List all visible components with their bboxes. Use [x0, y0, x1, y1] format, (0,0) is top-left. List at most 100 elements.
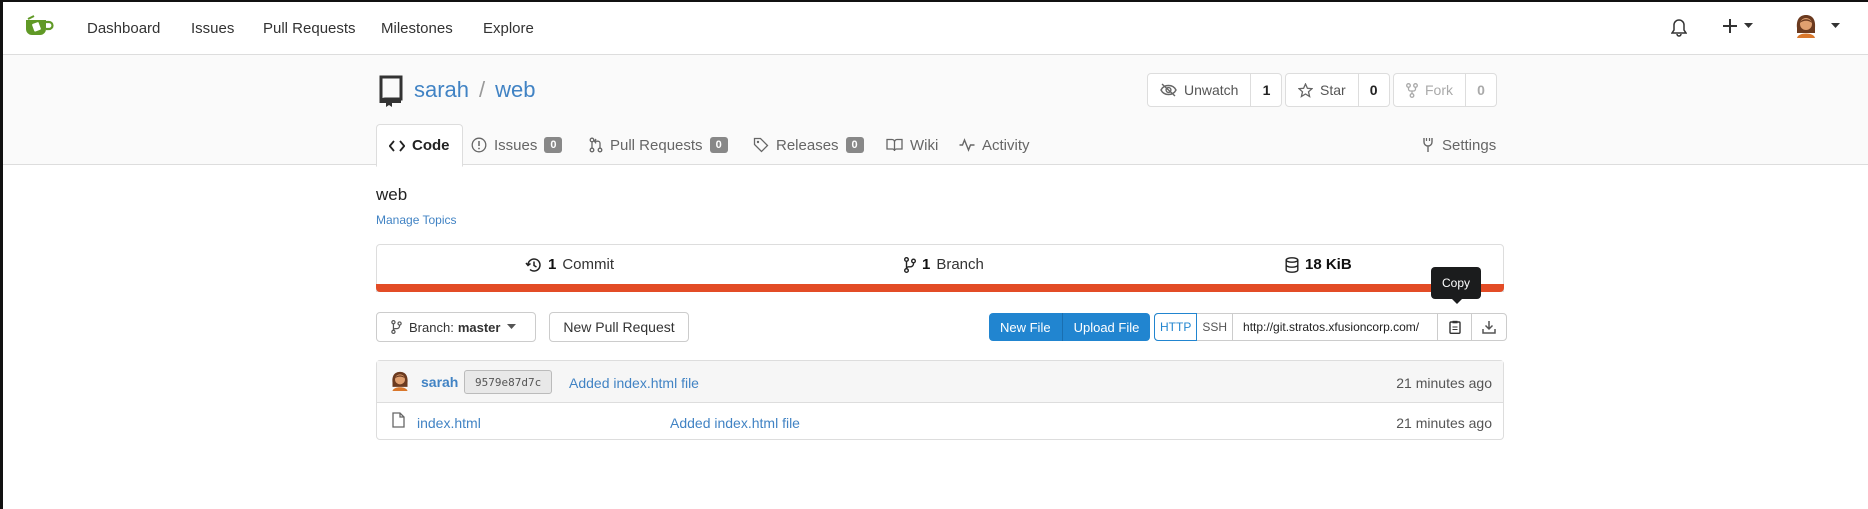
commits-count: 1 [548, 256, 557, 273]
tab-label: Settings [1442, 136, 1497, 154]
forks-count[interactable]: 0 [1466, 74, 1496, 106]
branch-prefix: Branch: [409, 319, 454, 335]
create-menu[interactable] [1722, 18, 1753, 34]
bell-icon[interactable] [1671, 19, 1687, 37]
clone-panel: HTTP SSH http://git.stratos.xfusioncorp.… [1154, 313, 1508, 341]
repo-size: 18 KiB [1305, 256, 1352, 273]
watch-button-group: Unwatch 1 [1147, 73, 1283, 107]
branch-name: master [457, 319, 501, 335]
tab-label: Code [412, 137, 450, 154]
history-icon [525, 257, 541, 272]
tab-settings[interactable]: Settings [1421, 124, 1496, 166]
size-stat: 18 KiB [1285, 256, 1352, 273]
fork-icon [1406, 82, 1418, 98]
nav-dashboard[interactable]: Dashboard [87, 20, 160, 37]
commit-time: 21 minutes ago [1396, 375, 1492, 391]
tab-code[interactable]: Code [376, 124, 463, 167]
commits-stat[interactable]: 1 Commit [525, 256, 614, 273]
avatar[interactable] [390, 371, 410, 391]
star-icon [1298, 82, 1313, 98]
file-actions: New File Upload File [989, 313, 1151, 341]
tab-label: Wiki [910, 136, 939, 154]
commit-author-link[interactable]: sarah [421, 374, 458, 390]
nav-explore[interactable]: Explore [483, 20, 534, 37]
repo-book-icon [379, 75, 403, 107]
latest-commit-row: sarah 9579e87d7c Added index.html file 2… [377, 361, 1503, 403]
plus-icon [1723, 19, 1737, 33]
copy-url-button[interactable] [1438, 314, 1473, 340]
upload-file-button[interactable]: Upload File [1063, 320, 1151, 335]
pull-request-icon [589, 137, 603, 153]
commits-label: Commit [562, 256, 615, 273]
watchers-count[interactable]: 1 [1251, 74, 1281, 106]
repo-header: sarah / web Unwatch 1 Star 0 Fork 0 Code… [3, 55, 1868, 167]
unwatch-button[interactable]: Unwatch [1148, 74, 1252, 106]
nav-milestones[interactable]: Milestones [381, 20, 453, 37]
unwatch-label: Unwatch [1184, 82, 1239, 98]
book-icon [886, 138, 903, 152]
branch-icon [904, 256, 916, 273]
tag-icon [753, 137, 769, 153]
download-icon [1482, 321, 1496, 334]
code-icon [389, 139, 405, 152]
fork-label: Fork [1425, 82, 1453, 98]
file-commit-message-link[interactable]: Added index.html file [670, 415, 800, 431]
star-label: Star [1320, 82, 1346, 98]
new-file-button[interactable]: New File [989, 320, 1062, 335]
new-pull-request-button[interactable]: New Pull Request [549, 312, 689, 342]
gitea-logo-icon[interactable] [24, 15, 54, 39]
database-icon [1285, 256, 1299, 273]
repo-name-link[interactable]: web [495, 77, 535, 102]
caret-down-icon [507, 324, 517, 329]
language-bar[interactable] [376, 284, 1504, 292]
stars-count[interactable]: 0 [1359, 74, 1389, 106]
repo-owner-link[interactable]: sarah [414, 77, 469, 102]
fork-button-group: Fork 0 [1393, 73, 1497, 107]
tools-icon [1423, 138, 1433, 152]
file-commit-time: 21 minutes ago [1396, 415, 1492, 431]
branch-icon [391, 320, 402, 334]
tab-badge: 0 [544, 137, 563, 153]
repo-title: sarah / web [414, 77, 536, 103]
user-menu[interactable] [1795, 14, 1840, 38]
clone-url-input[interactable]: http://git.stratos.xfusioncorp.com/ [1233, 314, 1439, 340]
nav-pull-requests[interactable]: Pull Requests [263, 20, 356, 37]
pulse-icon [959, 138, 975, 152]
caret-down-icon [1744, 23, 1753, 28]
tab-issues[interactable]: Issues 0 [471, 124, 563, 166]
repo-description: web [376, 185, 408, 204]
branches-stat[interactable]: 1 Branch [904, 256, 984, 273]
commit-sha-button[interactable]: 9579e87d7c [464, 370, 553, 394]
avatar [1796, 15, 1816, 38]
tab-label: Pull Requests [610, 136, 703, 154]
branches-label: Branch [936, 256, 984, 273]
branch-selector[interactable]: Branch: master [376, 312, 536, 342]
http-protocol-button[interactable]: HTTP [1154, 313, 1198, 341]
fork-button[interactable]: Fork [1394, 74, 1466, 106]
file-icon [392, 412, 405, 428]
caret-down-icon [1831, 23, 1840, 28]
manage-topics-link[interactable]: Manage Topics [376, 213, 457, 227]
star-button-group: Star 0 [1285, 73, 1390, 107]
table-row: index.html Added index.html file 21 minu… [377, 403, 1503, 441]
commit-message-link[interactable]: Added index.html file [569, 375, 699, 391]
tab-wiki[interactable]: Wiki [886, 124, 938, 166]
tab-label: Activity [982, 136, 1030, 154]
download-button[interactable] [1472, 314, 1506, 340]
tab-releases[interactable]: Releases 0 [753, 124, 864, 166]
branches-count: 1 [922, 256, 931, 273]
tab-pull-requests[interactable]: Pull Requests 0 [589, 124, 728, 166]
tab-label: Releases [776, 136, 839, 154]
nav-issues[interactable]: Issues [191, 20, 234, 37]
tab-activity[interactable]: Activity [959, 124, 1030, 166]
tab-label: Issues [494, 136, 538, 154]
tab-badge: 0 [709, 137, 728, 153]
top-navbar: Dashboard Issues Pull Requests Milestone… [3, 2, 1868, 55]
file-table: sarah 9579e87d7c Added index.html file 2… [376, 360, 1504, 440]
star-button[interactable]: Star [1286, 74, 1359, 106]
issue-icon [471, 137, 487, 153]
ssh-protocol-button[interactable]: SSH [1197, 314, 1234, 340]
repo-title-separator: / [479, 77, 486, 102]
copy-tooltip: Copy [1431, 267, 1481, 304]
file-name-link[interactable]: index.html [417, 415, 481, 431]
